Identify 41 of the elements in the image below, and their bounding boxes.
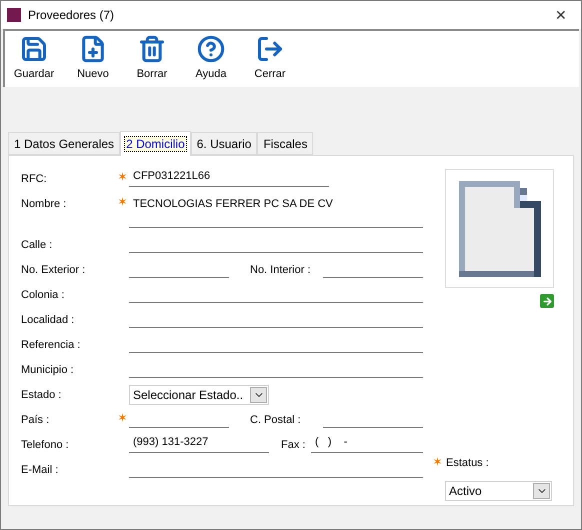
tab[interactable]: 1 Datos Generales [8,132,120,155]
toolbar-button[interactable]: Cerrar [245,35,295,83]
app-icon [7,8,21,22]
field-label: Localidad : [21,313,76,328]
text-field[interactable]: ( ) - [311,431,423,453]
field-label: C. Postal : [249,413,302,428]
field-label: Nombre : [21,197,68,212]
toolbar-button[interactable]: Ayuda [186,35,236,83]
save-icon [20,35,48,64]
field-label: Calle : [21,238,54,253]
text-area[interactable]: TECNOLOGIAS FERRER PC SA DE CV [129,190,423,228]
next-arrow-button[interactable] [540,294,554,308]
tab[interactable]: Fiscales [257,132,314,155]
close-button[interactable]: ✕ [541,1,581,29]
field-label: Referencia : [21,338,82,353]
tab[interactable]: 2 Domicilio [120,131,191,156]
toolbar-button[interactable]: Nuevo [68,35,118,83]
window-title: Proveedores (7) [28,7,114,24]
field-label: Estatus : [446,456,489,470]
field-label: Telefono : [21,438,70,453]
field-label: No. Interior : [249,263,312,278]
field-label: Municipio : [21,363,75,378]
dropdown[interactable]: Activo [445,481,552,501]
field-label: Colonia : [21,288,66,303]
blank-document-icon [458,180,540,276]
field-label: País : [21,413,50,428]
help-icon [197,35,225,64]
field-label: RFC: [21,172,48,187]
field-label: Fax : [280,438,306,453]
field-label: No. Exterior : [21,263,86,278]
exit-icon [256,35,284,64]
text-field[interactable]: (993) 131-3227 [129,431,269,453]
dropdown[interactable]: Seleccionar Estado.. [129,385,269,405]
trash-icon [138,35,166,64]
toolbar-button[interactable]: Borrar [127,35,177,83]
toolbar-button[interactable]: Guardar [9,35,59,83]
text-field[interactable]: CFP031221L66 [129,165,329,187]
field-label: Estado : [21,388,62,403]
tab[interactable]: 6. Usuario [190,132,258,155]
new-document-icon [79,35,107,64]
field-label: E-Mail : [21,463,60,478]
